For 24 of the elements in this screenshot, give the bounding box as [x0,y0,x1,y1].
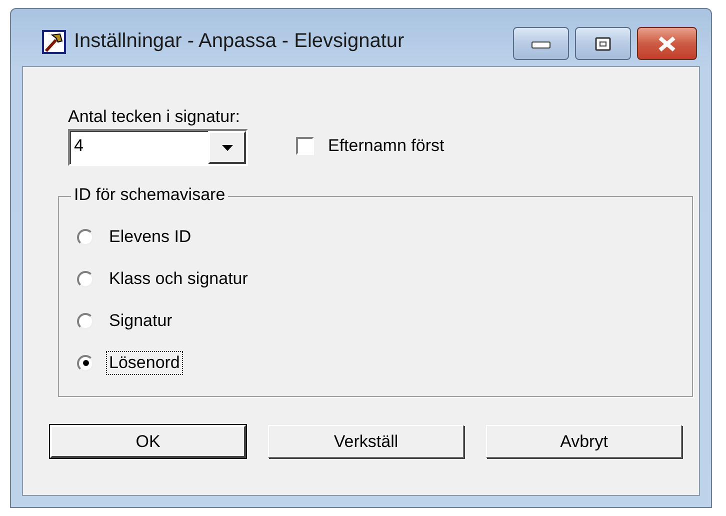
ok-button[interactable]: OK [50,425,246,458]
radio-button[interactable] [77,312,94,330]
caret-icon [222,144,232,150]
radio-label: Elevens ID [108,226,192,248]
apply-button[interactable]: Verkställ [268,425,464,458]
radio-label: Lösenord [106,351,183,375]
radio-button[interactable] [77,354,94,372]
maximize-icon [594,36,612,52]
radio-label: Signatur [108,310,174,332]
field-label: Antal tecken i signatur: [68,107,241,127]
cancel-button[interactable]: Avbryt [486,425,682,458]
checkbox-label: Efternamn först [328,136,444,156]
minimize-button[interactable] [513,27,569,60]
radio-label: Klass och signatur [108,268,249,290]
maximize-button[interactable] [575,27,631,60]
hammer-icon [42,30,66,54]
window-title: Inställningar - Anpassa - Elevsignatur [74,30,406,53]
checkbox[interactable] [296,137,314,155]
minimize-icon [531,38,551,48]
radio-button[interactable] [77,270,94,288]
close-icon [656,34,678,52]
radio-button[interactable] [77,228,94,246]
signature-length-dropdown[interactable]: 4 [68,129,248,166]
close-button[interactable] [637,27,697,60]
